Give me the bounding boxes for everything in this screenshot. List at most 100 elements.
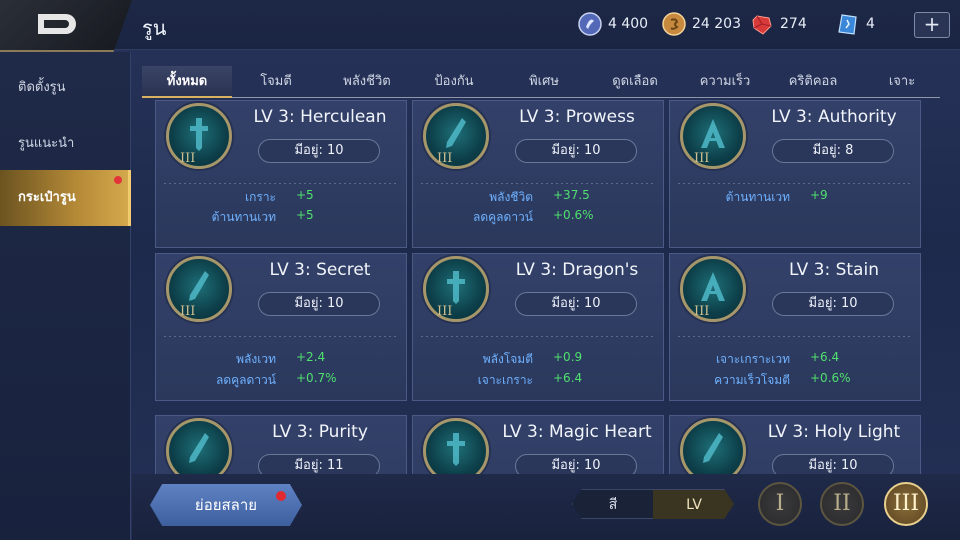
rune-level-numeral: III bbox=[694, 304, 710, 319]
sidebar-item-equip-runes[interactable]: ติดตั้งรูน bbox=[0, 60, 131, 116]
stat-value: +6.4 bbox=[810, 350, 840, 364]
currency-value: 4 bbox=[866, 16, 875, 32]
sidebar-item-recommended-runes[interactable]: รูนแนะนำ bbox=[0, 116, 131, 172]
rune-name: LV 3: Dragon's bbox=[515, 260, 639, 280]
currency-value: 274 bbox=[780, 16, 807, 32]
rune-level-numeral: III bbox=[437, 304, 453, 319]
rune-name: LV 3: Holy Light bbox=[767, 422, 901, 442]
rune-card[interactable]: III LV 3: Dragon's มีอยู่: 10 พลังโจมตี … bbox=[412, 253, 664, 401]
rune-name: LV 3: Prowess bbox=[519, 107, 635, 127]
rune-owned-count: มีอยู่: 10 bbox=[515, 292, 637, 316]
rune-level-numeral: III bbox=[694, 151, 710, 166]
rune-card[interactable]: III LV 3: Prowess มีอยู่: 10 พลังชีวิต +… bbox=[412, 100, 664, 248]
level-filter-3-button[interactable]: III bbox=[884, 482, 928, 526]
back-button[interactable] bbox=[0, 0, 132, 52]
notification-dot bbox=[276, 491, 286, 501]
currency-voucher: 4 400 bbox=[578, 10, 648, 38]
rune-owned-count: มีอยู่: 11 bbox=[258, 454, 380, 474]
rune-grid: III LV 3: Herculean มีอยู่: 10 เกราะ +5 … bbox=[150, 100, 928, 474]
back-arrow-icon bbox=[38, 14, 76, 34]
stat-label: พลังชีวิต bbox=[489, 190, 533, 204]
stat-label: ลดคูลดาวน์ bbox=[216, 373, 276, 387]
rune-card[interactable]: LV 3: Holy Light มีอยู่: 10 bbox=[669, 415, 921, 474]
currency-gold: 24 203 bbox=[662, 10, 741, 38]
gold-coin-icon bbox=[662, 12, 686, 36]
divider bbox=[164, 336, 398, 337]
arch-rune-icon bbox=[680, 103, 746, 169]
blade-rune-icon bbox=[680, 418, 746, 474]
category-tabs: ทั้งหมด โจมตี พลังชีวิต ป้องกัน พิเศษ ดู… bbox=[142, 66, 940, 98]
notification-dot bbox=[114, 176, 122, 184]
divider bbox=[164, 183, 398, 184]
tab-penetration[interactable]: เจาะ bbox=[872, 66, 932, 98]
arch-rune-icon bbox=[680, 256, 746, 322]
level-filter-2-button[interactable]: II bbox=[820, 482, 864, 526]
red-gem-icon bbox=[752, 15, 772, 35]
sort-toggle: สี LV bbox=[572, 489, 734, 519]
stat-label: ต้านทานเวท bbox=[725, 190, 790, 204]
divider bbox=[421, 183, 655, 184]
rune-card[interactable]: III LV 3: Herculean มีอยู่: 10 เกราะ +5 … bbox=[155, 100, 407, 248]
sword-rune-icon bbox=[166, 103, 232, 169]
stat-value: +9 bbox=[810, 188, 828, 202]
rune-owned-count: มีอยู่: 10 bbox=[515, 454, 637, 474]
sidebar: ติดตั้งรูน รูนแนะนำ กระเป๋ารูน bbox=[0, 52, 131, 540]
sword-rune-icon bbox=[423, 418, 489, 474]
stat-value: +0.7% bbox=[296, 371, 337, 385]
rune-card[interactable]: III LV 3: Secret มีอยู่: 10 พลังเวท +2.4… bbox=[155, 253, 407, 401]
rune-owned-count: มีอยู่: 10 bbox=[258, 292, 380, 316]
tab-critical[interactable]: คริติคอล bbox=[770, 66, 856, 98]
divider bbox=[678, 336, 912, 337]
rune-name: LV 3: Secret bbox=[269, 260, 371, 280]
stat-value: +6.4 bbox=[553, 371, 583, 385]
tab-speed[interactable]: ความเร็ว bbox=[682, 66, 768, 98]
blade-rune-icon bbox=[166, 418, 232, 474]
blue-voucher-icon bbox=[578, 12, 602, 36]
tab-all[interactable]: ทั้งหมด bbox=[142, 66, 232, 98]
rune-owned-count: มีอยู่: 10 bbox=[772, 292, 894, 316]
tab-lifesteal[interactable]: ดูดเลือด bbox=[590, 66, 680, 98]
stat-label: พลังเวท bbox=[236, 352, 276, 366]
stat-label: ความเร็วโจมตี bbox=[714, 373, 790, 387]
rune-name: LV 3: Purity bbox=[272, 422, 368, 442]
add-currency-button[interactable]: + bbox=[914, 12, 950, 38]
blue-card-icon bbox=[838, 14, 857, 35]
rune-card[interactable]: III LV 3: Authority มีอยู่: 8 ต้านทานเวท… bbox=[669, 100, 921, 248]
rune-owned-count: มีอยู่: 8 bbox=[772, 139, 894, 163]
tab-hp[interactable]: พลังชีวิต bbox=[322, 66, 412, 98]
level-filter-1-button[interactable]: I bbox=[758, 482, 802, 526]
sort-by-color-option[interactable]: สี bbox=[573, 490, 653, 519]
stat-value: +5 bbox=[296, 188, 314, 202]
stat-value: +0.6% bbox=[553, 208, 594, 222]
blade-rune-icon bbox=[423, 103, 489, 169]
stat-value: +2.4 bbox=[296, 350, 326, 364]
rune-owned-count: มีอยู่: 10 bbox=[515, 139, 637, 163]
sidebar-item-rune-bag[interactable]: กระเป๋ารูน bbox=[0, 170, 131, 226]
rune-card[interactable]: LV 3: Purity มีอยู่: 11 bbox=[155, 415, 407, 474]
tab-defense[interactable]: ป้องกัน bbox=[414, 66, 494, 98]
divider bbox=[421, 336, 655, 337]
sword-rune-icon bbox=[423, 256, 489, 322]
currency-value: 24 203 bbox=[692, 16, 741, 32]
stat-label: พลังโจมตี bbox=[482, 352, 533, 366]
divider bbox=[678, 183, 912, 184]
tab-special[interactable]: พิเศษ bbox=[504, 66, 584, 98]
top-bar: รูน 4 400 24 203 274 4 + bbox=[0, 0, 960, 52]
stat-label: ต้านทานเวท bbox=[211, 210, 276, 224]
rune-level-numeral: III bbox=[180, 304, 196, 319]
rune-owned-count: มีอยู่: 10 bbox=[258, 139, 380, 163]
stat-label: ลดคูลดาวน์ bbox=[473, 210, 533, 224]
sort-by-level-option[interactable]: LV bbox=[653, 490, 734, 519]
rune-card[interactable]: III LV 3: Stain มีอยู่: 10 เจาะเกราะเวท … bbox=[669, 253, 921, 401]
rune-name: LV 3: Magic Heart bbox=[502, 422, 652, 442]
tab-attack[interactable]: โจมตี bbox=[236, 66, 316, 98]
stat-label: เกราะ bbox=[245, 190, 276, 204]
stat-label: เจาะเกราะเวท bbox=[715, 352, 790, 366]
rune-card[interactable]: LV 3: Magic Heart มีอยู่: 10 bbox=[412, 415, 664, 474]
blade-rune-icon bbox=[166, 256, 232, 322]
stat-value: +37.5 bbox=[553, 188, 590, 202]
sidebar-item-label: กระเป๋ารูน bbox=[18, 190, 76, 205]
currency-gem: 274 bbox=[750, 10, 807, 38]
rune-name: LV 3: Stain bbox=[789, 260, 879, 280]
stat-label: เจาะเกราะ bbox=[477, 373, 533, 387]
